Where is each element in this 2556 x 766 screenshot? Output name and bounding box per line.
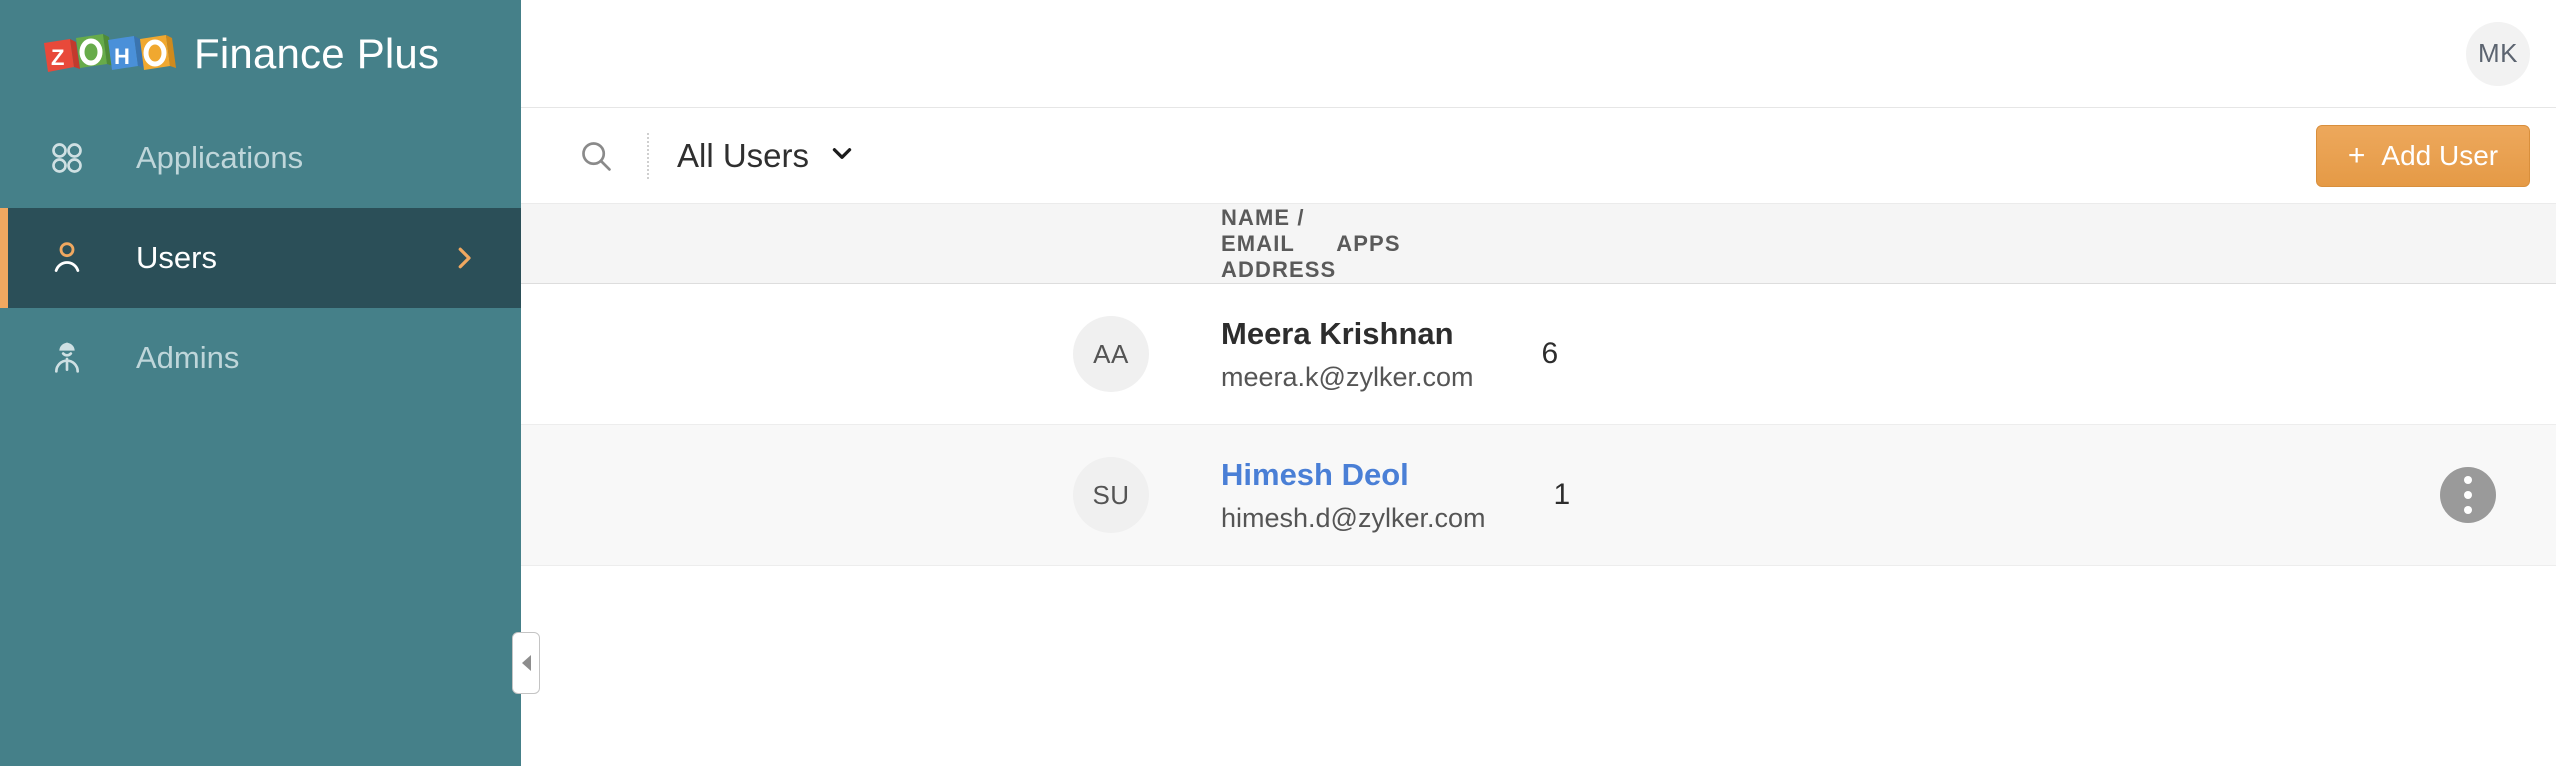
collapse-sidebar-handle[interactable] [512, 632, 540, 694]
user-filter-label: All Users [677, 137, 809, 175]
column-header-apps: APPS [1336, 231, 1636, 257]
user-text-block: Meera Krishnan meera.k@zylker.com [1221, 315, 1473, 393]
apps-count: 1 [1486, 478, 1786, 512]
svg-text:H: H [114, 44, 130, 69]
chevron-down-icon [829, 140, 855, 171]
top-bar: MK [521, 0, 2556, 108]
app-root: Z H [0, 0, 2556, 766]
sidebar-item-label: Applications [136, 140, 303, 176]
user-filter-dropdown[interactable]: All Users [677, 137, 855, 175]
user-email: himesh.d@zylker.com [1221, 503, 1486, 534]
sidebar-item-admins[interactable]: Admins [0, 308, 521, 408]
row-avatar: AA [1073, 316, 1149, 392]
search-icon[interactable] [573, 133, 619, 179]
user-avatar[interactable]: MK [2466, 22, 2530, 86]
user-name[interactable]: Himesh Deol [1221, 456, 1486, 495]
add-user-label: Add User [2381, 140, 2498, 172]
apps-count: 6 [1473, 337, 1773, 371]
chevron-right-icon[interactable] [449, 243, 479, 273]
svg-text:Z: Z [51, 45, 64, 70]
toolbar-divider [647, 133, 649, 179]
user-icon [42, 233, 92, 283]
users-table: NAME / EMAIL ADDRESS APPS AA Meera Krish… [521, 204, 2556, 566]
sidebar-item-applications[interactable]: Applications [0, 108, 521, 208]
sidebar-nav: Applications Users [0, 108, 521, 408]
admin-icon [42, 333, 92, 383]
main-content: MK All Users + A [521, 0, 2556, 766]
row-avatar-initials: SU [1092, 480, 1129, 511]
kebab-dot [2464, 506, 2472, 514]
row-actions [1786, 467, 2556, 523]
grid-icon [42, 133, 92, 183]
row-avatar-initials: AA [1093, 339, 1129, 370]
brand-product-name: Finance Plus [194, 30, 439, 78]
toolbar: All Users + Add User [521, 108, 2556, 204]
sidebar-item-label: Users [136, 240, 217, 276]
sidebar: Z H [0, 0, 521, 766]
kebab-dot [2464, 491, 2472, 499]
user-name[interactable]: Meera Krishnan [1221, 315, 1473, 354]
add-user-button[interactable]: + Add User [2316, 125, 2530, 187]
row-more-options-button[interactable] [2440, 467, 2496, 523]
user-email: meera.k@zylker.com [1221, 362, 1473, 393]
user-cell: AA Meera Krishnan meera.k@zylker.com [521, 315, 1473, 393]
chevron-left-icon [522, 655, 531, 671]
kebab-dot [2464, 476, 2472, 484]
user-cell: SU Himesh Deol himesh.d@zylker.com [521, 456, 1486, 534]
table-row[interactable]: SU Himesh Deol himesh.d@zylker.com 1 [521, 425, 2556, 566]
row-avatar: SU [1073, 457, 1149, 533]
avatar-initials: MK [2478, 38, 2518, 69]
plus-icon: + [2348, 141, 2366, 171]
column-header-name: NAME / EMAIL ADDRESS [521, 205, 1336, 283]
sidebar-item-users[interactable]: Users [0, 208, 521, 308]
zoho-logo: Z H [40, 26, 180, 82]
table-header-row: NAME / EMAIL ADDRESS APPS [521, 204, 2556, 284]
table-row[interactable]: AA Meera Krishnan meera.k@zylker.com 6 [521, 284, 2556, 425]
brand-header: Z H [0, 0, 521, 108]
sidebar-item-label: Admins [136, 340, 239, 376]
user-text-block: Himesh Deol himesh.d@zylker.com [1221, 456, 1486, 534]
